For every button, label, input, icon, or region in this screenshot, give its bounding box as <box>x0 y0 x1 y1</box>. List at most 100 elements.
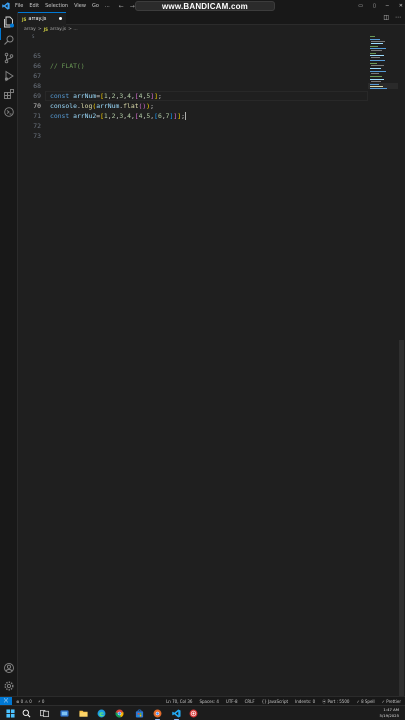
explorer-files-icon[interactable] <box>3 16 15 28</box>
remote-explorer-icon[interactable] <box>3 106 15 118</box>
active-view-marker <box>0 28 1 40</box>
code-line[interactable]: 66 <box>18 51 368 70</box>
task-view-icon[interactable] <box>40 709 49 718</box>
code-line[interactable]: 72 <box>18 111 368 130</box>
split-editor-icon[interactable]: ◫ <box>383 14 389 21</box>
indent-status[interactable]: Indents: 0 <box>295 699 315 704</box>
account-icon[interactable] <box>3 662 15 674</box>
minimap-line <box>370 53 376 54</box>
bandicam-record-icon[interactable] <box>189 709 198 718</box>
chrome-browser-icon[interactable] <box>115 709 124 718</box>
extensions-icon[interactable] <box>3 88 15 100</box>
minimap-line <box>371 50 382 51</box>
problems-count[interactable]: ⊗ 0 ⚠ 0 <box>16 699 32 704</box>
windows-start-icon[interactable] <box>6 709 15 718</box>
breadcrumb: array > JS array.js > ... <box>18 25 405 34</box>
vscode-taskbar-icon[interactable] <box>172 709 181 718</box>
file-explorer-icon[interactable] <box>79 709 88 718</box>
scrollbar-thumb[interactable] <box>399 340 404 696</box>
title-bar: File Edit Selection View Go ... ← → www.… <box>0 0 405 12</box>
code-editor[interactable]: S 65 // FLAT() 66 67 68 const arrNum=[1,… <box>18 34 368 696</box>
code-line[interactable]: 73 <box>18 121 368 140</box>
minimap-line <box>370 46 378 47</box>
panel-toggle-icon[interactable]: ▯ <box>373 3 376 9</box>
spell-check-status[interactable]: ✓ 8 Spell <box>356 699 374 704</box>
close-window-icon[interactable]: ✕ <box>399 3 403 9</box>
menu-view[interactable]: View <box>71 0 89 12</box>
run-debug-icon[interactable] <box>3 70 15 82</box>
javascript-file-icon: JS <box>22 16 27 22</box>
more-actions-icon[interactable]: ⋯ <box>395 14 401 21</box>
prettier-status[interactable]: ✓ Prettier <box>382 699 401 704</box>
indentation-spaces[interactable]: Spaces: 4 <box>199 699 218 704</box>
tab-array-js[interactable]: JS array.js <box>18 12 66 25</box>
breadcrumb-file[interactable]: array.js <box>50 27 66 32</box>
minimap-line <box>370 48 386 49</box>
minimize-icon[interactable]: ─ <box>386 3 389 9</box>
unsaved-dot-icon[interactable] <box>59 17 62 20</box>
menu-more[interactable]: ... <box>102 0 113 12</box>
fold-hint: S <box>32 34 35 39</box>
line-number: 73 <box>33 132 41 140</box>
minimap-line <box>370 36 375 37</box>
vscode-logo-icon <box>0 0 12 12</box>
minimap-line <box>370 55 384 56</box>
vertical-scrollbar[interactable] <box>398 34 405 696</box>
minimap-line <box>370 68 381 69</box>
code-line[interactable]: 71 <box>18 101 368 120</box>
chrome-profile-icon[interactable] <box>153 709 162 718</box>
widgets-icon[interactable] <box>60 709 69 718</box>
menu-selection[interactable]: Selection <box>42 0 71 12</box>
minimap-line <box>371 41 385 42</box>
minimap-line <box>371 65 384 66</box>
layout-toggle-icon[interactable]: ▭ <box>358 3 363 9</box>
minimap-line <box>370 39 380 40</box>
source-control-icon[interactable] <box>3 52 15 64</box>
search-icon[interactable] <box>3 34 15 46</box>
minimap-line <box>370 79 384 80</box>
minimap-line <box>371 73 379 74</box>
code-line[interactable]: 67 <box>18 61 368 80</box>
code-line-current[interactable]: 70 const arrNu2=[1,2,3,4,[4,5,[6,7]]]; <box>18 91 368 120</box>
status-bar: ⟩⟨ ⊗ 0 ⚠ 0 ⚡ 0 Ln 70, Col 36 Spaces: 4 U… <box>0 696 405 706</box>
minimap-line <box>370 84 379 85</box>
settings-gear-icon[interactable] <box>3 680 15 692</box>
ports-count[interactable]: ⚡ 0 <box>38 699 45 704</box>
javascript-file-icon: JS <box>43 27 48 32</box>
live-server-port[interactable]: ⦿ Port : 5500 <box>322 699 349 705</box>
breadcrumb-folder[interactable]: array <box>24 27 36 32</box>
minimap-line <box>371 43 383 44</box>
taskbar-search-icon[interactable] <box>22 709 31 718</box>
cursor-position[interactable]: Ln 70, Col 36 <box>166 699 192 704</box>
menu-go[interactable]: Go <box>89 0 102 12</box>
menu-edit[interactable]: Edit <box>26 0 42 12</box>
menu-file[interactable]: File <box>12 0 26 12</box>
minimap[interactable] <box>368 34 398 696</box>
activity-bar <box>0 12 18 696</box>
minimap-line <box>370 71 386 72</box>
minimap-line <box>370 63 377 64</box>
code-line[interactable]: 65 // FLAT() <box>18 41 368 70</box>
language-mode[interactable]: {} JavaScript <box>262 699 288 704</box>
edge-browser-icon[interactable] <box>97 709 106 718</box>
store-app-icon[interactable] <box>135 709 144 718</box>
forward-arrow-icon[interactable]: → <box>130 3 135 10</box>
back-arrow-icon[interactable]: ← <box>119 3 124 10</box>
system-clock[interactable]: 1:47 AM 5/19/2025 <box>380 707 399 718</box>
breadcrumb-symbols[interactable]: > ... <box>68 27 78 32</box>
minimap-line <box>371 57 380 58</box>
editor-tab-bar: JS array.js ◫ ⋯ <box>18 12 405 25</box>
clock-date: 5/19/2025 <box>379 712 399 718</box>
recording-watermark: www.BANDICAM.com <box>161 1 249 11</box>
minimap-line <box>370 86 383 87</box>
tab-label: array.js <box>28 16 47 22</box>
minimap-line <box>370 60 385 61</box>
minimap-line <box>371 81 381 82</box>
windows-taskbar: 1:47 AM 5/19/2025 <box>0 705 405 720</box>
command-center-search[interactable]: www.BANDICAM.com <box>135 1 275 11</box>
minimap-line <box>370 76 382 77</box>
code-line[interactable]: 68 const arrNum=[1,2,3,4,[4,5]]; <box>18 71 368 100</box>
code-line[interactable]: 69 console.log(arrNum.flat()); <box>18 81 368 110</box>
line-ending[interactable]: CRLF <box>245 699 255 704</box>
file-encoding[interactable]: UTF-8 <box>226 699 238 704</box>
